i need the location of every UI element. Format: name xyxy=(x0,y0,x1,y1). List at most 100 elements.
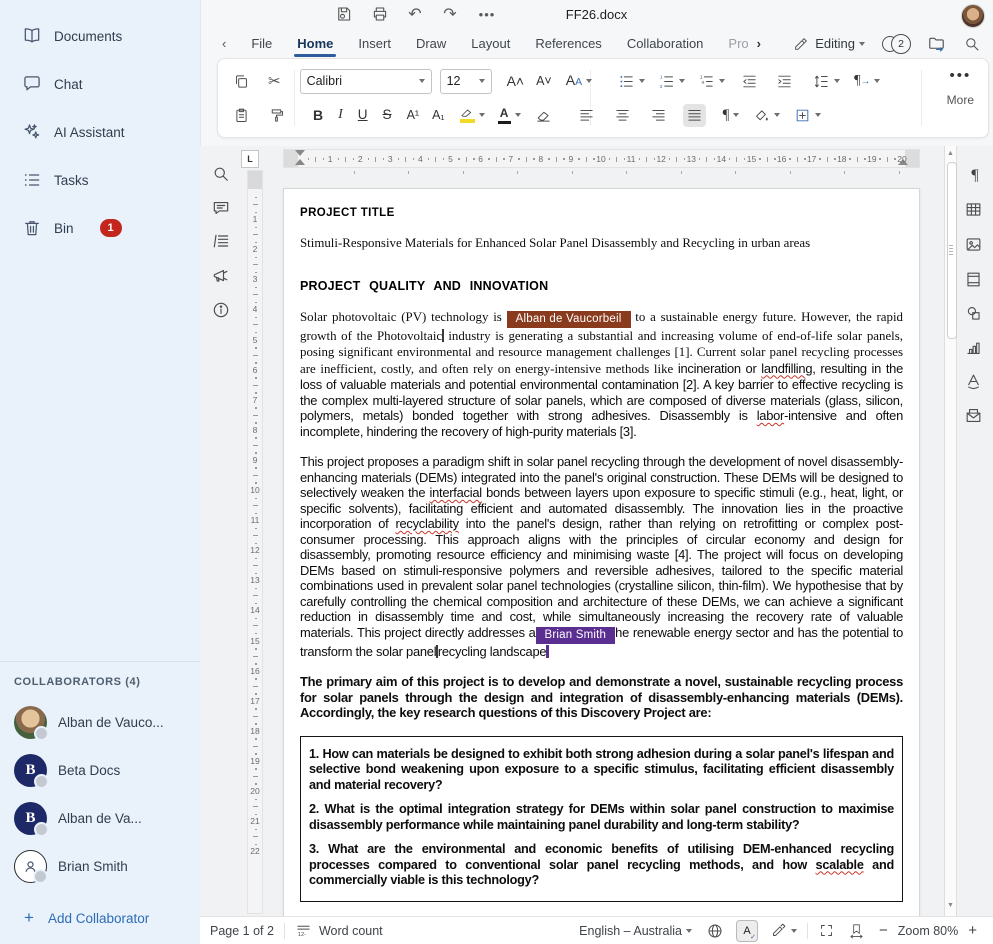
collaborators-count-button[interactable]: 2 xyxy=(882,34,910,54)
mode-dropdown[interactable]: Editing xyxy=(793,36,865,52)
sidebar-item-documents[interactable]: Documents xyxy=(0,12,200,60)
insert-shape-button[interactable] xyxy=(964,304,986,326)
announcements-button[interactable] xyxy=(211,266,233,288)
horizontal-ruler[interactable]: 1234567891011121314151617181920 xyxy=(283,149,920,168)
first-line-indent-marker[interactable] xyxy=(295,150,305,156)
scroll-down-arrow[interactable]: ▼ xyxy=(946,900,955,912)
fit-width-button[interactable] xyxy=(848,922,865,939)
tab-file[interactable]: File xyxy=(251,36,272,51)
increase-indent-button[interactable] xyxy=(773,70,796,93)
cut-button[interactable]: ✂ xyxy=(265,69,284,93)
find-button[interactable] xyxy=(211,164,233,186)
underline-button[interactable]: U xyxy=(355,104,371,126)
tab-insert[interactable]: Insert xyxy=(358,36,391,51)
ribbon-more-button[interactable]: ••• More xyxy=(947,67,974,107)
search-button[interactable] xyxy=(963,35,981,53)
change-case-button[interactable]: AA xyxy=(563,69,595,93)
italic-button[interactable]: I xyxy=(335,104,346,126)
spell-check-toggle[interactable]: A✓ xyxy=(736,920,758,942)
insert-table-button[interactable] xyxy=(964,200,986,222)
multilevel-list-button[interactable]: 1a xyxy=(695,70,728,93)
tab-draw[interactable]: Draw xyxy=(416,36,446,51)
tab-scroll-right-button[interactable]: › xyxy=(757,36,761,51)
collaborator-row[interactable]: B Alban de Va... xyxy=(0,794,200,842)
document-page[interactable]: PROJECT TITLEStimuli-Responsive Material… xyxy=(283,188,920,916)
align-right-button[interactable] xyxy=(647,104,670,127)
grow-font-button[interactable]: A˄ xyxy=(504,70,528,92)
fit-page-icon xyxy=(818,922,835,939)
borders-button[interactable] xyxy=(791,104,824,127)
line-spacing-button[interactable] xyxy=(810,70,843,93)
bullet-list-button[interactable] xyxy=(615,70,648,93)
sidebar-item-chat[interactable]: Chat xyxy=(0,60,200,108)
font-name-select[interactable]: Calibri xyxy=(300,69,432,94)
copy-button[interactable] xyxy=(230,70,253,93)
scrollbar-thumb[interactable] xyxy=(947,162,957,339)
tab-home[interactable]: Home xyxy=(297,36,333,51)
tab-references[interactable]: References xyxy=(535,36,601,51)
paste-button[interactable] xyxy=(230,104,253,127)
header-footer-button[interactable] xyxy=(964,270,986,292)
insert-image-button[interactable] xyxy=(964,235,986,257)
zoom-level[interactable]: Zoom 80% xyxy=(898,924,958,938)
format-painter-button[interactable] xyxy=(265,104,288,127)
tab-layout[interactable]: Layout xyxy=(471,36,510,51)
subscript-button[interactable]: A₁ xyxy=(429,104,448,126)
font-color-button[interactable]: A xyxy=(495,103,524,128)
collaborator-row[interactable]: Alban de Vauco... xyxy=(0,698,200,746)
tab-protection-truncated[interactable]: Pro xyxy=(728,36,748,51)
strikethrough-button[interactable]: S xyxy=(380,104,395,126)
tab-collaboration[interactable]: Collaboration xyxy=(627,36,704,51)
word-count-button[interactable]: 12- Word count xyxy=(295,922,383,939)
collaborator-row[interactable]: B Beta Docs xyxy=(0,746,200,794)
zoom-out-button[interactable]: − xyxy=(875,922,892,939)
insert-chart-button[interactable] xyxy=(964,338,986,360)
clear-formatting-button[interactable] xyxy=(532,104,555,127)
comments-button[interactable] xyxy=(211,198,233,220)
tab-stop-selector[interactable]: L xyxy=(241,150,259,168)
vertical-ruler[interactable]: 12345678910111213141516171819202122 xyxy=(247,170,263,914)
text-art-button[interactable] xyxy=(964,372,986,394)
superscript-button[interactable]: A¹ xyxy=(404,104,423,126)
justify-button[interactable] xyxy=(683,104,706,127)
language-select[interactable]: English – Australia xyxy=(579,924,692,938)
formatting-marks-button[interactable]: ¶ xyxy=(720,104,743,126)
scroll-up-arrow[interactable]: ▲ xyxy=(946,148,955,160)
shading-button[interactable] xyxy=(750,104,783,127)
chevron-down-icon xyxy=(639,79,645,83)
highlight-color-button[interactable] xyxy=(457,104,488,126)
shrink-font-button[interactable]: A˅ xyxy=(533,70,555,92)
mail-merge-button[interactable] xyxy=(964,406,986,428)
sidebar-item-ai-assistant[interactable]: AI Assistant xyxy=(0,108,200,156)
justify-icon xyxy=(686,107,703,124)
document-language-button[interactable] xyxy=(706,922,724,940)
sidebar-item-label: Documents xyxy=(54,29,122,44)
back-button[interactable]: ‹ xyxy=(222,36,226,51)
collaborator-row[interactable]: Brian Smith xyxy=(0,842,200,890)
zoom-in-button[interactable]: + xyxy=(964,922,981,939)
user-avatar[interactable] xyxy=(961,4,985,28)
info-button[interactable] xyxy=(211,300,233,322)
page-indicator[interactable]: Page 1 of 2 xyxy=(210,924,274,938)
track-changes-button[interactable] xyxy=(770,922,797,939)
hanging-indent-marker[interactable] xyxy=(295,159,305,165)
sidebar-item-bin[interactable]: Bin 1 xyxy=(0,204,200,252)
align-center-button[interactable] xyxy=(611,104,634,127)
add-collaborator-button[interactable]: + Add Collaborator xyxy=(0,898,200,938)
share-button[interactable] xyxy=(927,34,946,53)
fit-page-button[interactable] xyxy=(818,922,835,939)
font-size-select[interactable]: 12 xyxy=(440,69,492,94)
insert-paragraph-panel-button[interactable]: ¶ xyxy=(964,166,986,188)
collaborator-count: 2 xyxy=(891,34,911,54)
sidebar-item-tasks[interactable]: Tasks xyxy=(0,156,200,204)
vertical-scrollbar[interactable]: ▲ ▼ xyxy=(944,146,957,916)
align-left-button[interactable] xyxy=(575,104,598,127)
numbered-list-button[interactable]: 12 xyxy=(655,70,688,93)
sidebar-item-label: AI Assistant xyxy=(54,125,125,140)
outline-button[interactable] xyxy=(211,231,233,253)
text-direction-button[interactable]: ¶→ xyxy=(851,70,883,93)
font-color-swatch xyxy=(498,121,511,125)
decrease-indent-button[interactable] xyxy=(738,70,761,93)
text-caret xyxy=(546,645,549,658)
bold-button[interactable]: B xyxy=(310,104,326,126)
